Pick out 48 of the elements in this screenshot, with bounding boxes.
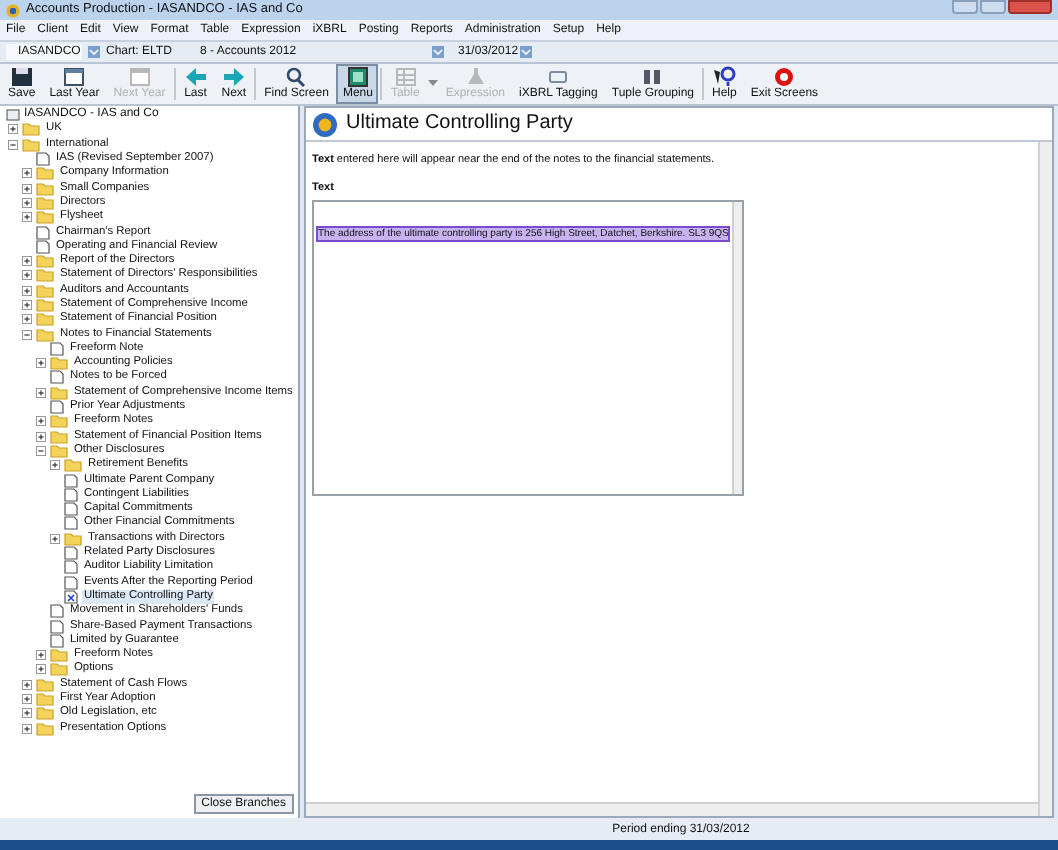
tag-icon (546, 66, 571, 88)
help-icon (712, 66, 737, 88)
expand-icon[interactable] (35, 664, 45, 675)
table-icon (393, 66, 418, 88)
scrollbar[interactable] (732, 202, 742, 494)
lookup-icon[interactable] (432, 46, 444, 58)
caret-icon[interactable] (427, 80, 438, 88)
app-logo-icon (6, 3, 20, 17)
expand-icon[interactable] (35, 358, 45, 369)
scrollbar[interactable] (306, 802, 1038, 816)
grouping-icon (640, 66, 665, 88)
collapse-icon[interactable] (21, 329, 31, 340)
stop-icon (772, 66, 797, 88)
search-icon (284, 66, 309, 88)
expand-icon[interactable] (49, 460, 59, 471)
flask-icon (463, 66, 488, 88)
expand-icon[interactable] (21, 285, 31, 296)
menu-icon (345, 66, 370, 88)
expand-icon[interactable] (35, 416, 45, 427)
collapse-icon[interactable] (35, 445, 45, 456)
expand-icon[interactable] (21, 708, 31, 719)
expand-icon[interactable] (21, 694, 31, 705)
calendar-icon (127, 66, 152, 88)
lookup-icon[interactable] (520, 46, 532, 58)
expand-icon[interactable] (35, 650, 45, 661)
expand-icon[interactable] (35, 387, 45, 398)
expand-icon[interactable] (21, 197, 31, 208)
expand-icon[interactable] (21, 679, 31, 690)
app-logo-icon (312, 111, 338, 137)
expand-icon[interactable] (35, 431, 45, 442)
left-arrow-icon (183, 66, 208, 88)
expand-icon[interactable] (49, 533, 59, 544)
expand-icon[interactable] (21, 270, 31, 281)
calendar-icon (62, 66, 87, 88)
right-arrow-icon (221, 66, 246, 88)
expand-icon[interactable] (21, 314, 31, 325)
expand-icon[interactable] (21, 168, 31, 179)
expand-icon[interactable] (21, 723, 31, 734)
expand-icon[interactable] (21, 256, 31, 267)
folder-icon (64, 531, 82, 546)
collapse-icon[interactable] (7, 139, 17, 150)
expand-icon[interactable] (7, 124, 17, 135)
scrollbar[interactable] (1038, 142, 1052, 816)
expand-icon[interactable] (21, 183, 31, 194)
expand-icon[interactable] (21, 212, 31, 223)
expand-icon[interactable] (21, 300, 31, 310)
lookup-icon[interactable] (88, 46, 100, 58)
screen-title: Ultimate Controlling Party (346, 112, 573, 136)
